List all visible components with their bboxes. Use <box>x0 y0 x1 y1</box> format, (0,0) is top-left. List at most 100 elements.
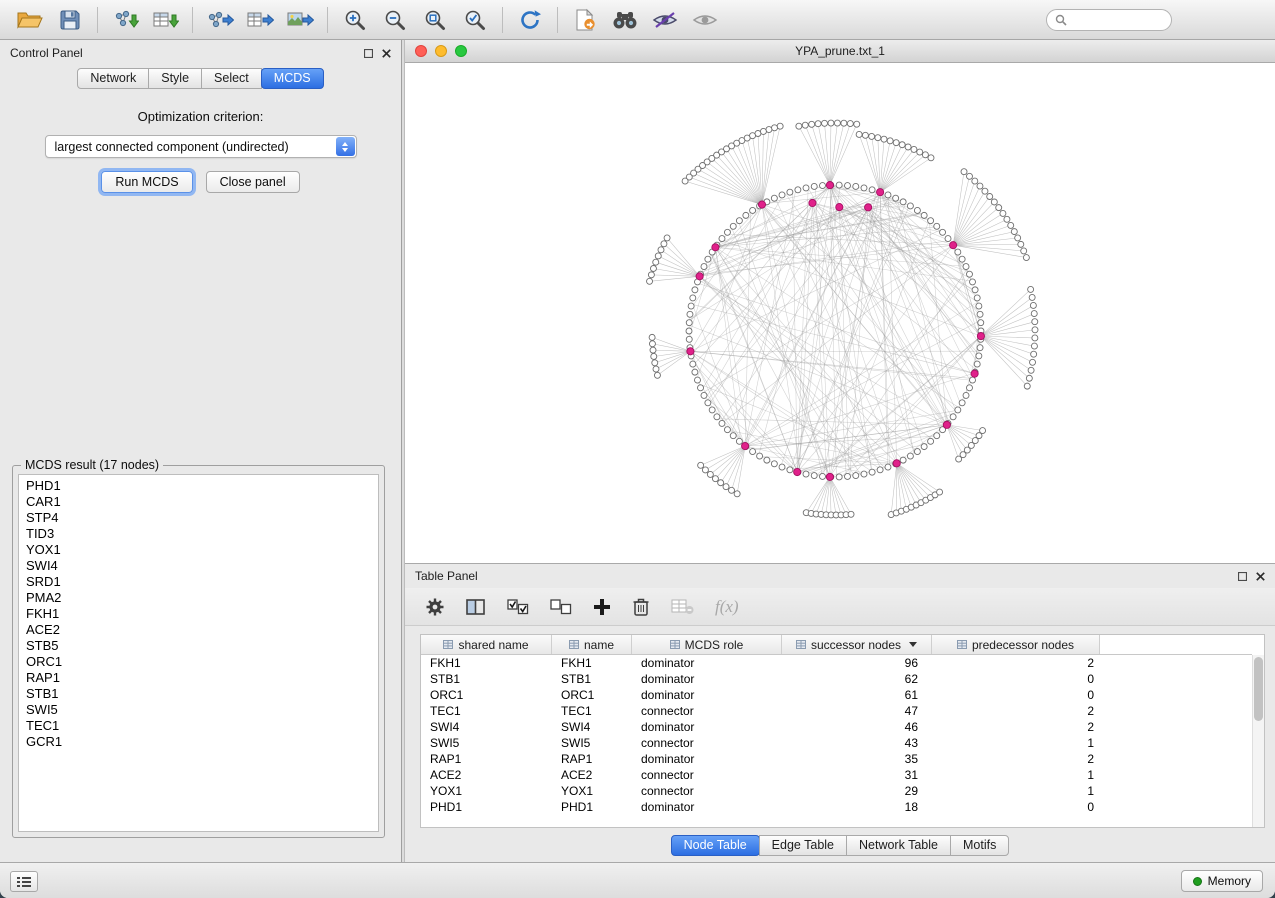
eye-icon <box>692 11 718 29</box>
show-columns-button[interactable] <box>466 598 486 616</box>
close-table-panel-button[interactable] <box>1256 572 1265 581</box>
network-view-window: YPA_prune.txt_1 <box>405 40 1275 563</box>
run-mcds-button[interactable]: Run MCDS <box>101 171 192 193</box>
mcds-result-item[interactable]: PMA2 <box>19 590 378 606</box>
hide-selected-button[interactable] <box>645 4 685 36</box>
network-window-title: YPA_prune.txt_1 <box>795 44 885 58</box>
tab-style[interactable]: Style <box>148 68 202 89</box>
mcds-result-item[interactable]: ORC1 <box>19 654 378 670</box>
minimize-window-icon[interactable] <box>435 45 447 57</box>
column-menu-caret-icon[interactable] <box>909 642 917 647</box>
tab-network[interactable]: Network <box>77 68 149 89</box>
table-row[interactable]: YOX1YOX1connector291 <box>421 783 1252 799</box>
maximize-window-icon[interactable] <box>455 45 467 57</box>
save-session-button[interactable] <box>50 4 90 36</box>
mcds-result-item[interactable]: YOX1 <box>19 542 378 558</box>
float-table-panel-button[interactable] <box>1238 572 1247 581</box>
import-network-button[interactable] <box>105 4 145 36</box>
zoom-fit-button[interactable] <box>415 4 455 36</box>
mcds-result-list[interactable]: PHD1CAR1STP4TID3YOX1SWI4SRD1PMA2FKH1ACE2… <box>18 474 379 832</box>
cell-successor-nodes: 18 <box>782 799 932 815</box>
tab-motifs[interactable]: Motifs <box>950 835 1009 856</box>
import-table-button[interactable] <box>145 4 185 36</box>
share-document-icon <box>574 8 597 32</box>
table-row[interactable]: SWI4SWI4dominator462 <box>421 719 1252 735</box>
export-table-icon <box>246 9 274 31</box>
select-all-columns-button[interactable] <box>507 599 529 615</box>
column-header-successor-nodes[interactable]: successor nodes <box>782 635 932 654</box>
float-window-icon <box>1238 572 1247 581</box>
zoom-selected-button[interactable] <box>455 4 495 36</box>
cell-name: STB1 <box>552 671 632 687</box>
mcds-result-item[interactable]: STB5 <box>19 638 378 654</box>
cell-mcds-role: connector <box>632 767 782 783</box>
mcds-result-item[interactable]: SWI4 <box>19 558 378 574</box>
table-row[interactable]: SWI5SWI5connector431 <box>421 735 1252 751</box>
mcds-result-item[interactable]: CAR1 <box>19 494 378 510</box>
control-panel-header: Control Panel <box>0 40 401 66</box>
mcds-result-item[interactable]: PHD1 <box>19 478 378 494</box>
table-row[interactable]: PHD1PHD1dominator180 <box>421 799 1252 815</box>
column-header-predecessor-nodes[interactable]: predecessor nodes <box>932 635 1100 654</box>
table-row[interactable]: TEC1TEC1connector472 <box>421 703 1252 719</box>
mcds-result-item[interactable]: RAP1 <box>19 670 378 686</box>
mcds-result-item[interactable]: TID3 <box>19 526 378 542</box>
export-table-button[interactable] <box>240 4 280 36</box>
task-history-button[interactable] <box>10 871 38 892</box>
table-row[interactable]: ACE2ACE2connector311 <box>421 767 1252 783</box>
function-builder-button[interactable]: f(x) <box>715 597 739 617</box>
mcds-result-item[interactable]: STB1 <box>19 686 378 702</box>
mcds-result-item[interactable]: SRD1 <box>19 574 378 590</box>
refresh-button[interactable] <box>510 4 550 36</box>
columns-icon <box>466 598 486 616</box>
tab-mcds[interactable]: MCDS <box>261 68 324 89</box>
mcds-result-item[interactable]: TEC1 <box>19 718 378 734</box>
optimization-criterion-label: Optimization criterion: <box>0 109 401 124</box>
share-document-button[interactable] <box>565 4 605 36</box>
memory-button[interactable]: Memory <box>1181 870 1263 892</box>
network-graph[interactable] <box>405 63 1275 563</box>
close-window-icon[interactable] <box>415 45 427 57</box>
scrollbar-thumb[interactable] <box>1254 657 1263 721</box>
zoom-fit-icon <box>423 8 447 32</box>
search-input[interactable] <box>1072 13 1163 27</box>
cell-shared-name: SWI4 <box>421 719 552 735</box>
deselect-all-columns-button[interactable] <box>550 599 572 615</box>
network-window-titlebar[interactable]: YPA_prune.txt_1 <box>405 40 1275 63</box>
close-panel-action-button[interactable]: Close panel <box>206 171 300 193</box>
tab-select[interactable]: Select <box>201 68 262 89</box>
show-all-button[interactable] <box>685 4 725 36</box>
mcds-result-item[interactable]: SWI5 <box>19 702 378 718</box>
export-network-button[interactable] <box>200 4 240 36</box>
mcds-result-item[interactable]: STP4 <box>19 510 378 526</box>
tab-network-table[interactable]: Network Table <box>846 835 951 856</box>
column-sort-icon <box>443 640 453 649</box>
create-column-button[interactable] <box>593 598 611 616</box>
table-row[interactable]: RAP1RAP1dominator352 <box>421 751 1252 767</box>
tab-edge-table[interactable]: Edge Table <box>759 835 847 856</box>
tab-node-table[interactable]: Node Table <box>671 835 760 856</box>
table-row[interactable]: FKH1FKH1dominator962 <box>421 655 1252 671</box>
optimization-criterion-select[interactable]: largest connected component (undirected) <box>45 135 357 158</box>
cell-predecessor-nodes: 0 <box>932 671 1100 687</box>
column-header-name[interactable]: name <box>552 635 632 654</box>
column-header-shared-name[interactable]: shared name <box>421 635 552 654</box>
mcds-result-item[interactable]: FKH1 <box>19 606 378 622</box>
zoom-out-button[interactable] <box>375 4 415 36</box>
mcds-result-item[interactable]: GCR1 <box>19 734 378 750</box>
zoom-in-button[interactable] <box>335 4 375 36</box>
export-image-button[interactable] <box>280 4 320 36</box>
column-label: successor nodes <box>811 638 901 652</box>
open-file-button[interactable] <box>10 4 50 36</box>
table-settings-button[interactable] <box>425 597 445 617</box>
delete-column-button[interactable] <box>632 597 650 617</box>
find-button[interactable] <box>605 4 645 36</box>
table-row[interactable]: ORC1ORC1dominator610 <box>421 687 1252 703</box>
mcds-result-item[interactable]: ACE2 <box>19 622 378 638</box>
table-scrollbar[interactable] <box>1252 655 1264 827</box>
table-row[interactable]: STB1STB1dominator620 <box>421 671 1252 687</box>
float-panel-button[interactable] <box>364 49 373 58</box>
delete-table-button[interactable] <box>671 599 694 615</box>
close-panel-button[interactable] <box>382 49 391 58</box>
column-header-mcds-role[interactable]: MCDS role <box>632 635 782 654</box>
